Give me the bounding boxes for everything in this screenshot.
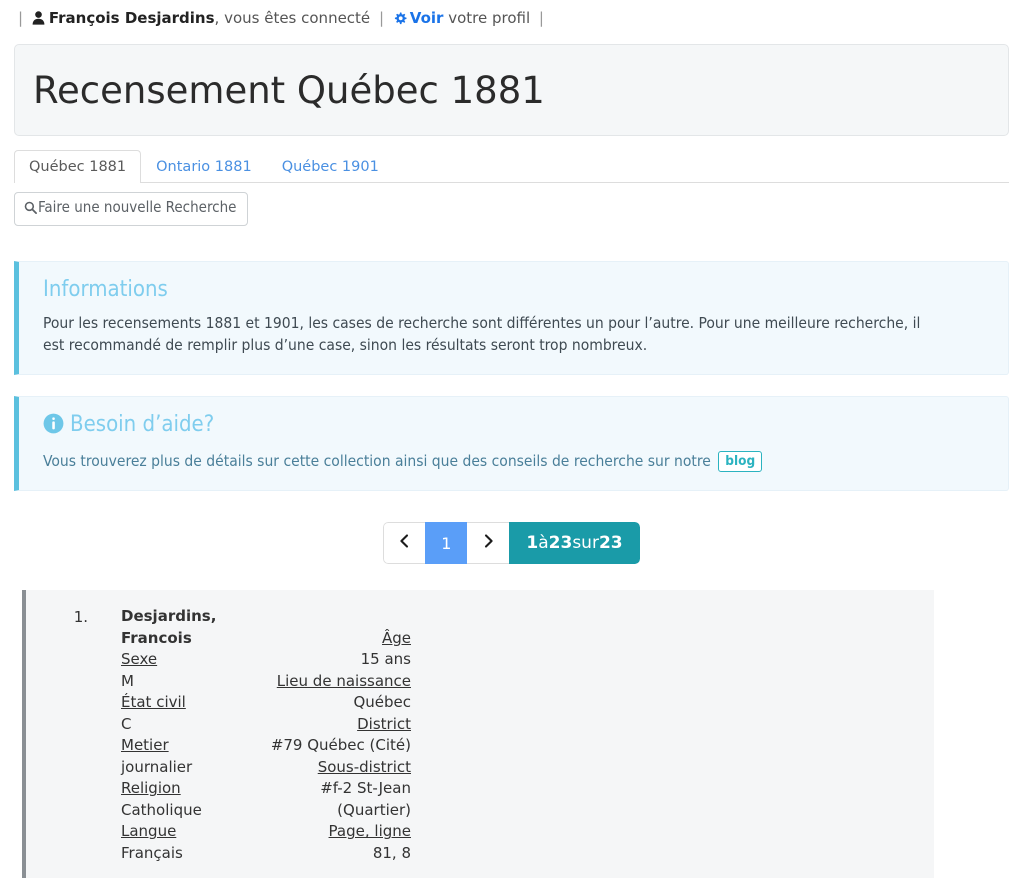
chevron-right-icon xyxy=(482,533,495,553)
value-lieu-de-naissance: Québec xyxy=(353,692,411,714)
count-sep-1: à xyxy=(538,533,548,553)
help-panel: Besoin d’aide? Vous trouverez plus de dé… xyxy=(14,396,1009,492)
result-surname: Desjardins, xyxy=(121,606,216,628)
tab-quebec-1881[interactable]: Québec 1881 xyxy=(14,150,141,183)
label-etat-civil[interactable]: État civil xyxy=(121,692,186,714)
tab-ontario-1881[interactable]: Ontario 1881 xyxy=(141,150,267,183)
label-religion[interactable]: Religion xyxy=(121,778,181,800)
separator-trailing: | xyxy=(539,9,544,27)
label-langue[interactable]: Langue xyxy=(121,821,176,843)
pagination-page-1[interactable]: 1 xyxy=(425,522,467,564)
count-to: 23 xyxy=(549,533,573,553)
label-page-ligne[interactable]: Page, ligne xyxy=(329,821,411,843)
user-icon xyxy=(32,11,45,29)
main-content: Informations Pour les recensements 1881 … xyxy=(14,226,1009,878)
informations-panel: Informations Pour les recensements 1881 … xyxy=(14,261,1009,375)
user-name: François Desjardins xyxy=(49,9,215,27)
results-list: 1. Desjardins, Francois Sexe M État civi… xyxy=(14,590,1009,878)
page-header-panel: Recensement Québec 1881 xyxy=(14,44,1009,136)
result-givenname: Francois xyxy=(121,628,192,650)
value-page-ligne: 81, 8 xyxy=(373,843,411,865)
value-district: #79 Québec (Cité) xyxy=(271,735,411,757)
result-record: 1. Desjardins, Francois Sexe M État civi… xyxy=(22,590,934,878)
help-panel-title: Besoin d’aide? xyxy=(43,413,986,440)
pagination: 1 1 à 23 sur 23 xyxy=(383,522,639,564)
pagination-wrapper: 1 1 à 23 sur 23 xyxy=(14,522,1009,564)
label-sexe[interactable]: Sexe xyxy=(121,649,157,671)
view-profile-rest: votre profil xyxy=(443,9,530,27)
help-panel-body: Vous trouverez plus de détails sur cette… xyxy=(43,450,986,473)
page-title: Recensement Québec 1881 xyxy=(15,69,545,112)
result-fields: Desjardins, Francois Sexe M État civil C… xyxy=(121,606,411,864)
info-circle-icon xyxy=(43,413,64,440)
informations-panel-body: Pour les recensements 1881 et 1901, les … xyxy=(43,312,923,356)
value-religion: Catholique xyxy=(121,800,202,822)
informations-panel-title: Informations xyxy=(43,278,986,302)
pagination-result-count: 1 à 23 sur 23 xyxy=(509,522,639,564)
help-panel-body-text: Vous trouverez plus de détails sur cette… xyxy=(43,452,711,470)
value-langue: Français xyxy=(121,843,183,865)
new-search-label: Faire une nouvelle Recherche xyxy=(38,198,236,216)
value-age: 15 ans xyxy=(361,649,411,671)
gear-icon[interactable] xyxy=(393,12,407,30)
value-metier: journalier xyxy=(121,757,192,779)
label-district[interactable]: District xyxy=(357,714,411,736)
help-panel-title-text: Besoin d’aide? xyxy=(70,412,214,437)
value-sexe: M xyxy=(121,671,134,693)
count-total: 23 xyxy=(599,533,623,553)
collection-tabs: Québec 1881 Ontario 1881 Québec 1901 xyxy=(14,147,1009,183)
search-toolbar: Faire une nouvelle Recherche xyxy=(14,192,1023,226)
value-sous-district: #f-2 St-Jean xyxy=(320,778,411,800)
magnifier-icon xyxy=(24,201,37,218)
separator-leading: | xyxy=(18,9,23,27)
view-profile-link[interactable]: Voir xyxy=(410,9,444,27)
label-age[interactable]: Âge xyxy=(382,628,411,650)
result-index: 1. xyxy=(26,606,88,626)
pagination-prev-button[interactable] xyxy=(383,522,425,564)
value-etat-civil: C xyxy=(121,714,131,736)
blog-link-badge[interactable]: blog xyxy=(718,451,762,473)
separator-middle: | xyxy=(379,9,384,27)
value-quartier: (Quartier) xyxy=(337,800,411,822)
label-sous-district[interactable]: Sous-district xyxy=(318,757,411,779)
chevron-left-icon xyxy=(398,533,411,553)
result-left-column: Desjardins, Francois Sexe M État civil C… xyxy=(121,606,216,864)
user-status-text: , vous êtes connecté xyxy=(215,9,371,27)
user-status-bar: | François Desjardins, vous êtes connect… xyxy=(0,0,1023,38)
count-sep-2: sur xyxy=(572,533,599,553)
pagination-next-button[interactable] xyxy=(467,522,509,564)
result-right-column: Âge 15 ans Lieu de naissance Québec Dist… xyxy=(271,606,411,864)
label-lieu-de-naissance[interactable]: Lieu de naissance xyxy=(277,671,411,693)
label-metier[interactable]: Metier xyxy=(121,735,169,757)
count-from: 1 xyxy=(526,533,538,553)
tab-quebec-1901[interactable]: Québec 1901 xyxy=(267,150,394,183)
new-search-button[interactable]: Faire une nouvelle Recherche xyxy=(14,192,248,226)
right-spacer xyxy=(406,606,411,628)
